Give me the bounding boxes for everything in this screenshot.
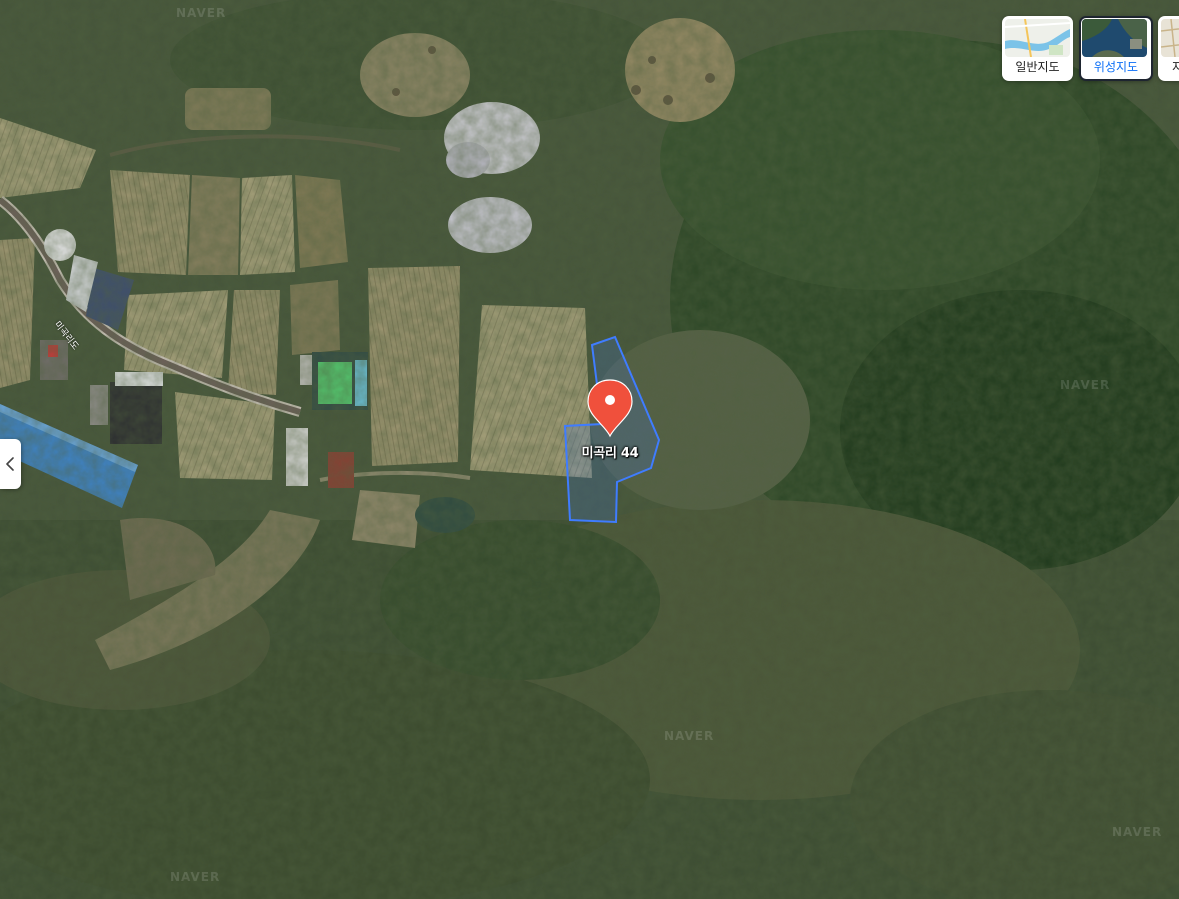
naver-watermark: NAVER [1060, 378, 1111, 392]
naver-watermark: NAVER [176, 6, 227, 20]
map-pin-icon [587, 379, 633, 438]
marker-label: 미곡리 44 [581, 446, 639, 461]
cadastral-map-thumbnail [1161, 19, 1179, 57]
location-marker[interactable] [586, 378, 634, 438]
map-type-normal-button[interactable]: 일반지도 [1002, 16, 1073, 81]
map-type-normal-label: 일반지도 [1015, 60, 1060, 74]
satellite-map[interactable]: NAVER NAVER NAVER NAVER NAVER 미곡리도 미곡리 4… [0, 0, 1179, 899]
normal-map-thumbnail [1005, 19, 1070, 57]
map-type-cadastral-label: 지 [1172, 60, 1179, 74]
chevron-left-icon [6, 457, 14, 471]
map-type-satellite-button[interactable]: 위성지도 [1079, 16, 1153, 81]
naver-watermark: NAVER [664, 729, 715, 743]
satellite-map-thumbnail [1082, 19, 1147, 57]
naver-watermark: NAVER [170, 870, 221, 884]
naver-watermark: NAVER [1112, 825, 1163, 839]
side-panel-toggle-button[interactable] [0, 439, 21, 489]
map-type-cadastral-button[interactable]: 지 [1158, 16, 1179, 81]
map-type-satellite-label: 위성지도 [1093, 60, 1139, 74]
